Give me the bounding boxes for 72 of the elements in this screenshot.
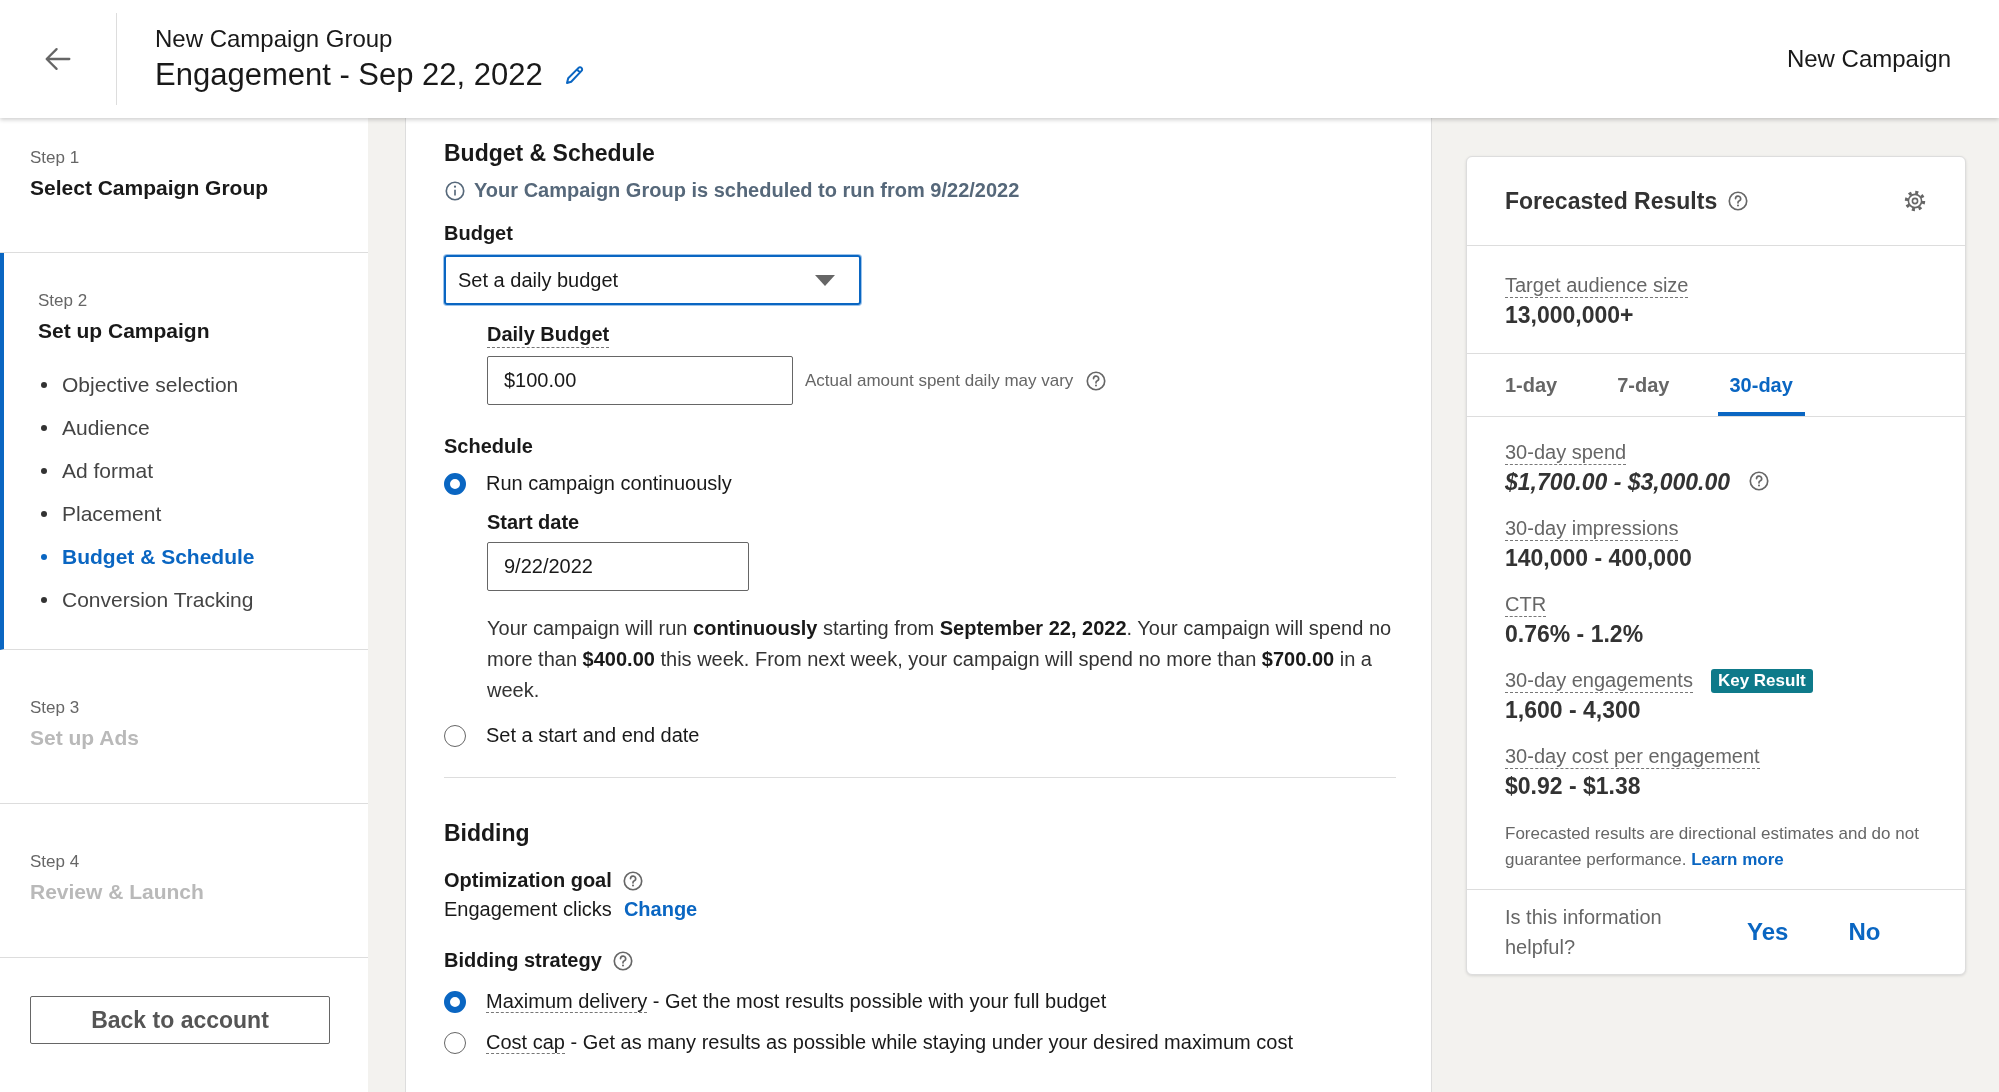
step-number: Step 3 — [30, 698, 80, 718]
radio-button[interactable] — [444, 724, 466, 747]
field-label: Start date — [487, 511, 580, 534]
radio-button[interactable] — [444, 990, 466, 1013]
radio-label[interactable]: Run campaign continuously — [486, 472, 732, 495]
step-item[interactable]: Placement — [38, 492, 162, 535]
radio-label[interactable]: Set a start and end date — [486, 724, 700, 747]
help-icon[interactable] — [1748, 469, 1771, 492]
campaign-name: Engagement - Sep 22, 2022 — [155, 57, 543, 93]
change-link[interactable]: Change — [623, 898, 698, 921]
schedule-summary: Your campaign will run continuously starting from September 22, 2022. Your campaign will spend no more than $400.00 this week. From next week, your campaign will spend no more than $700.00 in a week. — [487, 616, 1393, 703]
campaign-group-name: New Campaign Group — [155, 25, 394, 53]
step-number: Step 1 — [30, 148, 80, 168]
caret-icon — [815, 274, 835, 286]
feedback-button[interactable]: Yes — [1739, 914, 1797, 950]
step-number: Step 4 — [30, 852, 80, 872]
disclaimer-text: Forecasted results are directional estimates and do not guarantee performance. Learn more — [1505, 823, 1920, 871]
metric-label: Target audience size — [1505, 274, 1689, 298]
feedback-question: Is this information helpful? — [1505, 905, 1663, 960]
metric-value: 1,600 - 4,300 — [1505, 697, 1641, 724]
help-icon[interactable] — [1727, 190, 1750, 212]
step-item[interactable]: Objective selection — [38, 363, 239, 406]
key-result-badge: Key Result — [1710, 669, 1813, 693]
period-tab[interactable]: 30-day — [1717, 354, 1805, 416]
metric-label: 30-day impressions — [1505, 517, 1679, 541]
goal-value: Engagement clicks — [444, 898, 612, 921]
field-label: Schedule — [444, 435, 533, 458]
budget-dropdown[interactable]: Set a daily budget — [444, 255, 861, 305]
feedback-button[interactable]: No — [1840, 914, 1889, 950]
field-label: Daily Budget — [487, 323, 610, 348]
field-label: Bidding strategy — [444, 949, 602, 972]
step-title[interactable]: Set up Campaign — [38, 319, 210, 343]
step-title[interactable]: Select Campaign Group — [30, 176, 269, 200]
page-title: New Campaign — [1786, 45, 1951, 73]
radio-label[interactable]: Cost cap - Get as many results as possible while staying under your desired maximum cost — [486, 1031, 1293, 1054]
back-to-account-button[interactable]: Back to account — [30, 996, 330, 1044]
hint-text: Actual amount spent daily may vary — [805, 370, 1074, 391]
input-field[interactable]: 9/22/2022 — [487, 542, 749, 591]
settings-icon[interactable] — [1903, 189, 1927, 213]
metric-value: 0.76% - 1.2% — [1505, 621, 1644, 648]
metric-label: 30-day engagements — [1505, 669, 1693, 693]
step-item[interactable]: Audience — [38, 406, 150, 449]
radio-label[interactable]: Maximum delivery - Get the most results possible with your full budget — [486, 990, 1107, 1013]
metric-label: CTR — [1505, 593, 1547, 617]
schedule-notice: Your Campaign Group is scheduled to run from 9/22/2022 — [474, 179, 1020, 202]
metric-value: $0.92 - $1.38 — [1505, 773, 1641, 800]
step-title: Set up Ads — [30, 726, 139, 750]
help-icon[interactable] — [611, 949, 634, 972]
help-icon[interactable] — [621, 869, 644, 892]
step-item[interactable]: Conversion Tracking — [38, 578, 254, 621]
radio-button[interactable] — [444, 472, 466, 495]
period-tab[interactable]: 1-day — [1493, 354, 1570, 416]
field-label: Budget — [444, 222, 513, 245]
period-tab[interactable]: 7-day — [1605, 354, 1682, 416]
card-title: Forecasted Results — [1505, 187, 1718, 215]
step-item[interactable]: Ad format — [38, 449, 154, 492]
input-field[interactable]: $100.00 — [487, 356, 793, 405]
metric-label: 30-day spend — [1505, 441, 1627, 465]
step-title: Review & Launch — [30, 880, 204, 904]
learn-more-link[interactable]: Learn more — [1691, 850, 1784, 869]
info-icon — [444, 179, 466, 202]
help-icon[interactable] — [1085, 369, 1108, 392]
metric-label: 30-day cost per engagement — [1505, 745, 1760, 769]
metric-value: $1,700.00 - $3,000.00 — [1505, 469, 1731, 496]
section-heading: Budget & Schedule — [444, 140, 655, 167]
metric-value: 140,000 - 400,000 — [1505, 545, 1692, 572]
metric-value: 13,000,000+ — [1505, 302, 1634, 329]
section-heading: Bidding — [444, 820, 530, 847]
field-label: Optimization goal — [444, 869, 612, 892]
step-number: Step 2 — [38, 291, 88, 311]
radio-button[interactable] — [444, 1031, 466, 1054]
step-item[interactable]: Budget & Schedule — [38, 535, 255, 578]
